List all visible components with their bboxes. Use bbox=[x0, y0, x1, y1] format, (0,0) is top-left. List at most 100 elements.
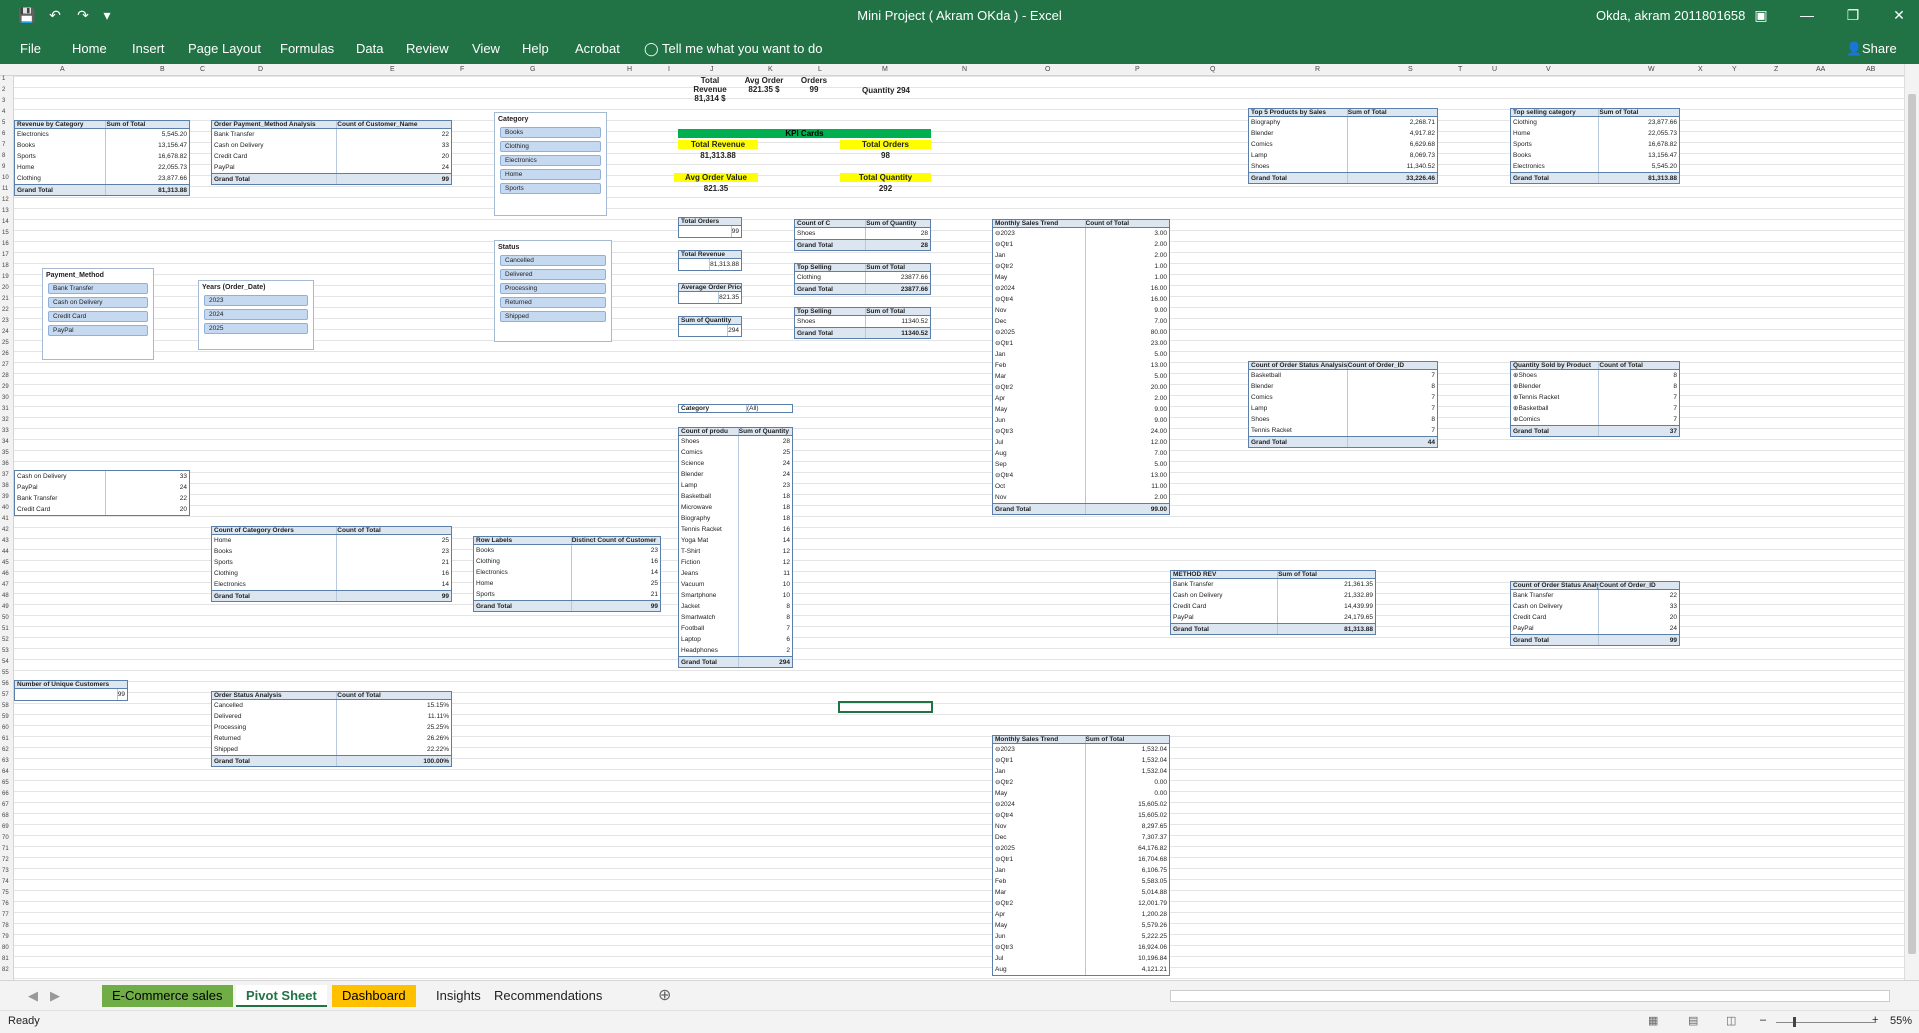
column-header[interactable]: L bbox=[818, 66, 822, 73]
slicer-item[interactable]: Sports bbox=[500, 183, 601, 194]
table-row[interactable]: Blender 4,917.82 bbox=[1249, 128, 1437, 139]
row-header[interactable]: 68 bbox=[2, 813, 9, 819]
column-header[interactable]: P bbox=[1135, 66, 1140, 73]
column-header[interactable]: M bbox=[882, 66, 888, 73]
row-header[interactable]: 20 bbox=[2, 285, 9, 291]
row-header[interactable]: 54 bbox=[2, 659, 9, 665]
slicer-years[interactable]: Years (Order_Date) 2023 2024 2025 bbox=[198, 280, 314, 350]
row-header[interactable]: 42 bbox=[2, 527, 9, 533]
tab-home[interactable]: Home bbox=[72, 41, 107, 56]
table-row[interactable]: ⊖Qtr1 16,704.68 bbox=[993, 854, 1169, 865]
tab-view[interactable]: View bbox=[472, 41, 500, 56]
row-header[interactable]: 29 bbox=[2, 384, 9, 390]
slicer-payment-method[interactable]: Payment_Method Bank Transfer Cash on Deliv… bbox=[42, 268, 154, 360]
row-header[interactable]: 50 bbox=[2, 615, 9, 621]
table-row[interactable]: Books 23 bbox=[474, 545, 660, 556]
table-row[interactable]: Shoes 11340.52 bbox=[795, 316, 930, 327]
active-cell[interactable] bbox=[838, 701, 933, 713]
table-row[interactable]: Jeans 11 bbox=[679, 568, 792, 579]
row-header[interactable]: 66 bbox=[2, 791, 9, 797]
row-header[interactable]: 15 bbox=[2, 230, 9, 236]
ribbon-display-icon[interactable]: ▣ bbox=[1750, 4, 1772, 26]
table-row[interactable]: Cancelled 15.15% bbox=[212, 700, 451, 711]
table-row[interactable]: Biography 2,268.71 bbox=[1249, 117, 1437, 128]
row-header[interactable]: 60 bbox=[2, 725, 9, 731]
table-row[interactable]: Smartwatch 8 bbox=[679, 612, 792, 623]
row-header[interactable]: 37 bbox=[2, 472, 9, 478]
table-row[interactable]: Bank Transfer 22 bbox=[212, 129, 451, 140]
column-header[interactable]: E bbox=[390, 66, 395, 73]
table-row[interactable]: Home 22,055.73 bbox=[15, 162, 189, 173]
minimize-icon[interactable]: — bbox=[1796, 4, 1818, 26]
row-header[interactable]: 2 bbox=[2, 87, 5, 93]
table-row[interactable]: May 9.00 bbox=[993, 404, 1169, 415]
table-row[interactable]: Cash on Delivery 21,332.89 bbox=[1171, 590, 1375, 601]
row-header[interactable]: 18 bbox=[2, 263, 9, 269]
row-header[interactable]: 69 bbox=[2, 824, 9, 830]
row-header[interactable]: 26 bbox=[2, 351, 9, 357]
table-row[interactable]: ⊕Shoes 8 bbox=[1511, 370, 1679, 381]
slicer-item[interactable]: Shipped bbox=[500, 311, 606, 322]
tab-data[interactable]: Data bbox=[356, 41, 383, 56]
table-row[interactable]: ⊖Qtr4 13.00 bbox=[993, 470, 1169, 481]
row-header[interactable]: 5 bbox=[2, 120, 5, 126]
table-row[interactable]: Credit Card 14,439.99 bbox=[1171, 601, 1375, 612]
row-header[interactable]: 70 bbox=[2, 835, 9, 841]
row-header[interactable]: 25 bbox=[2, 340, 9, 346]
row-header[interactable]: 43 bbox=[2, 538, 9, 544]
row-header[interactable]: 76 bbox=[2, 901, 9, 907]
row-header[interactable]: 45 bbox=[2, 560, 9, 566]
slicer-item[interactable]: Books bbox=[500, 127, 601, 138]
zoom-slider[interactable] bbox=[1776, 1022, 1876, 1023]
table-row[interactable]: Sports 16,678.82 bbox=[15, 151, 189, 162]
column-header[interactable]: S bbox=[1408, 66, 1413, 73]
slicer-item[interactable]: Clothing bbox=[500, 141, 601, 152]
row-header[interactable]: 11 bbox=[2, 186, 8, 192]
table-row[interactable]: Credit Card 20 bbox=[212, 151, 451, 162]
table-row[interactable]: Bank Transfer 21,361.35 bbox=[1171, 579, 1375, 590]
table-row[interactable]: Jun 9.00 bbox=[993, 415, 1169, 426]
row-header[interactable]: 27 bbox=[2, 362, 9, 368]
table-row[interactable]: Feb 13.00 bbox=[993, 360, 1169, 371]
page-break-view-icon[interactable]: ◫ bbox=[1726, 1014, 1736, 1027]
row-header[interactable]: 63 bbox=[2, 758, 9, 764]
table-row[interactable]: Sports 21 bbox=[212, 557, 451, 568]
column-header[interactable]: H bbox=[627, 66, 632, 73]
row-header[interactable]: 52 bbox=[2, 637, 9, 643]
table-row[interactable]: PayPal 24 bbox=[212, 162, 451, 173]
column-header[interactable]: W bbox=[1648, 66, 1655, 73]
table-row[interactable]: Electronics 14 bbox=[474, 567, 660, 578]
table-row[interactable]: Yoga Mat 14 bbox=[679, 535, 792, 546]
row-header[interactable]: 47 bbox=[2, 582, 9, 588]
column-header[interactable]: U bbox=[1492, 66, 1497, 73]
column-header[interactable]: Z bbox=[1774, 66, 1778, 73]
tab-help[interactable]: Help bbox=[522, 41, 549, 56]
row-header[interactable]: 74 bbox=[2, 879, 9, 885]
table-row[interactable]: Blender 8 bbox=[1249, 381, 1437, 392]
column-header[interactable]: A bbox=[60, 66, 65, 73]
slicer-item[interactable]: Home bbox=[500, 169, 601, 180]
sheet-tab-ecommerce[interactable]: E-Commerce sales bbox=[102, 985, 233, 1007]
table-row[interactable]: Delivered 11.11% bbox=[212, 711, 451, 722]
slicer-item[interactable]: Delivered bbox=[500, 269, 606, 280]
table-row[interactable]: Processing 25.25% bbox=[212, 722, 451, 733]
slicer-item[interactable]: PayPal bbox=[48, 325, 148, 336]
row-header[interactable]: 32 bbox=[2, 417, 9, 423]
table-row[interactable]: Clothing 16 bbox=[212, 568, 451, 579]
row-header[interactable]: 73 bbox=[2, 868, 9, 874]
category-filter[interactable]: Category (All) bbox=[678, 404, 793, 413]
table-row[interactable]: Electronics 14 bbox=[212, 579, 451, 590]
row-header[interactable]: 79 bbox=[2, 934, 9, 940]
table-row[interactable]: Shoes 28 bbox=[679, 436, 792, 447]
table-row[interactable]: Apr 1,200.28 bbox=[993, 909, 1169, 920]
column-header[interactable]: Y bbox=[1732, 66, 1737, 73]
row-header[interactable]: 80 bbox=[2, 945, 9, 951]
row-header[interactable]: 61 bbox=[2, 736, 9, 742]
column-header[interactable]: I bbox=[668, 66, 670, 73]
table-row[interactable]: Shipped 22.22% bbox=[212, 744, 451, 755]
table-row[interactable]: Football 7 bbox=[679, 623, 792, 634]
table-row[interactable]: Shoes 8 bbox=[1249, 414, 1437, 425]
row-header[interactable]: 40 bbox=[2, 505, 9, 511]
table-row[interactable]: ⊖Qtr1 23.00 bbox=[993, 338, 1169, 349]
row-header[interactable]: 57 bbox=[2, 692, 9, 698]
